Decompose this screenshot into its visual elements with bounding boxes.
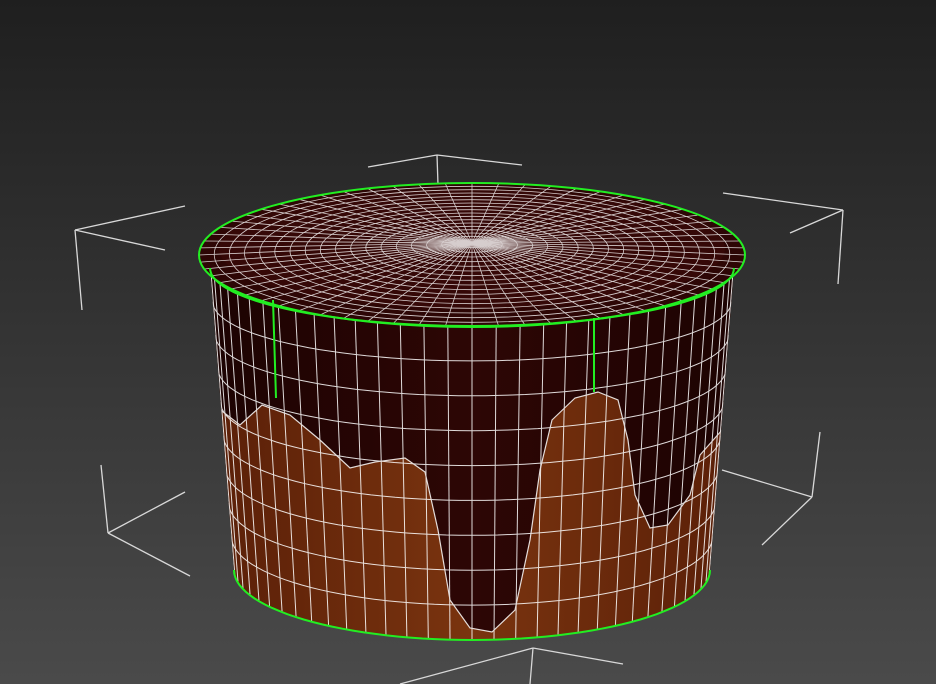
cake-mesh[interactable]	[198, 182, 746, 642]
3d-viewport[interactable]	[0, 0, 936, 684]
viewport-canvas[interactable]	[0, 0, 936, 684]
